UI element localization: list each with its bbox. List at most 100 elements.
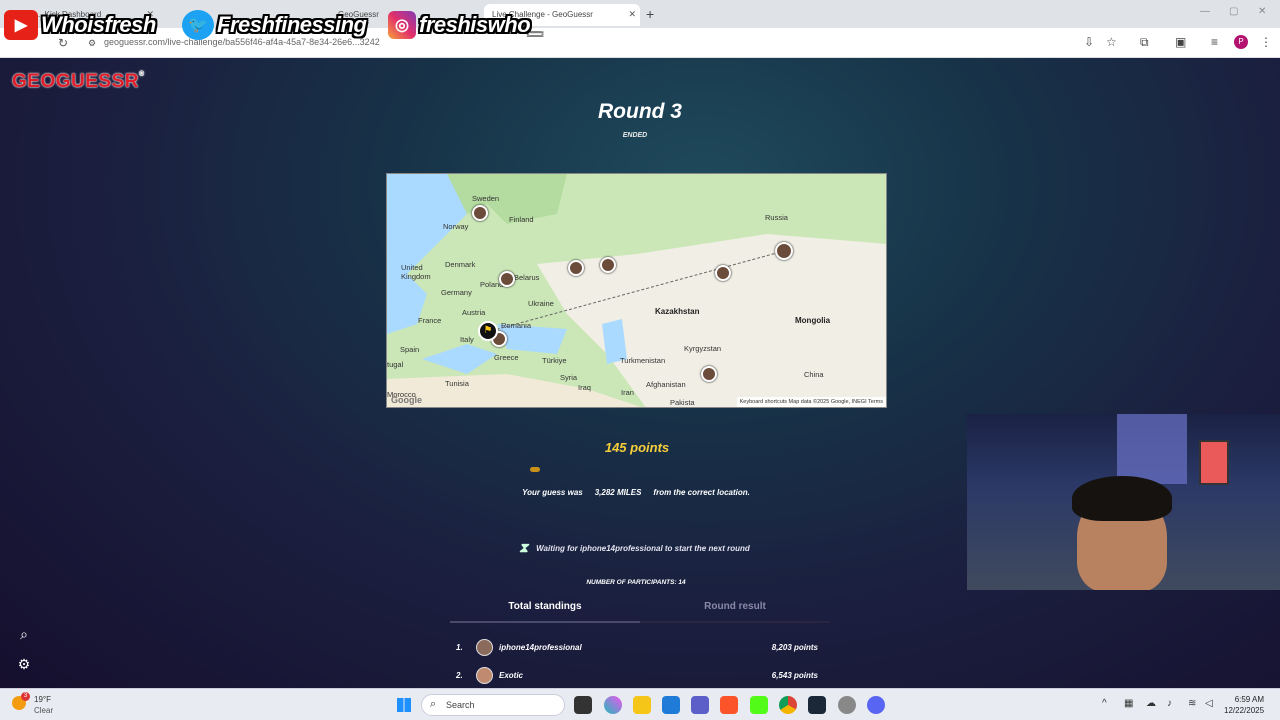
map-label: Russia	[765, 213, 788, 222]
volume-icon[interactable]: ◁	[1205, 698, 1213, 709]
player-guess-pin[interactable]	[499, 271, 515, 287]
gear-icon[interactable]: ⚙	[15, 655, 33, 673]
standing-player-name: Exotic	[499, 671, 524, 680]
standing-rank: 1.	[456, 643, 463, 652]
tray-app-icon[interactable]: ▦	[1124, 698, 1133, 709]
tab-round-result[interactable]: Round result	[640, 601, 830, 623]
player-guess-pin[interactable]	[568, 260, 584, 276]
player-guess-pin[interactable]	[775, 242, 793, 260]
kick-icon[interactable]	[750, 696, 768, 714]
map-label: Greece	[494, 353, 519, 362]
player-guess-pin[interactable]	[600, 257, 616, 273]
window-close-icon[interactable]: ✕	[1258, 6, 1266, 17]
menu-kebab-icon[interactable]: ⋮	[1260, 35, 1272, 49]
avatar	[476, 639, 493, 656]
extensions-icon[interactable]: ⧉	[1140, 35, 1149, 50]
taskbar-search[interactable]: ⌕ Search	[421, 694, 565, 716]
avatar	[476, 667, 493, 684]
map-attribution[interactable]: Keyboard shortcuts Map data ©2025 Google…	[736, 397, 886, 407]
windows-start-icon[interactable]	[397, 698, 411, 712]
logo-text: GEOGUESSR	[12, 71, 139, 92]
standing-points: 6,543 points	[771, 671, 818, 680]
clock-date: 12/22/2025	[1224, 706, 1265, 715]
profile-avatar[interactable]: P	[1234, 35, 1248, 49]
map-label: Norway	[443, 222, 469, 231]
tray-chevron-icon[interactable]: ^	[1102, 698, 1107, 709]
side-panel-icon[interactable]: ▣	[1175, 35, 1186, 49]
weather-condition: Clear	[34, 706, 54, 715]
microphone-icon[interactable]: ♪	[1167, 698, 1172, 709]
instagram-overlay: ◎ freshiswho_	[388, 8, 542, 42]
hourglass-icon: ⧗	[519, 540, 529, 555]
map-label: France	[418, 316, 442, 325]
result-map[interactable]: Sweden Finland Russia Norway United King…	[386, 173, 887, 408]
close-icon[interactable]: ✕	[628, 9, 636, 20]
round-title: Round 3	[598, 100, 682, 123]
tray-cloud-icon[interactable]: ☁	[1146, 698, 1156, 709]
clock-time: 6:59 AM	[1234, 695, 1265, 704]
media-controls-icon[interactable]: ≡	[1211, 35, 1218, 49]
store-icon[interactable]	[662, 696, 680, 714]
file-explorer-icon[interactable]	[633, 696, 651, 714]
chat-icon[interactable]: ⌕	[15, 625, 33, 643]
twitter-handle: Freshfinessing	[217, 12, 367, 37]
standing-rank: 2.	[456, 671, 463, 680]
points-progress-fill	[530, 467, 540, 472]
bookmark-star-icon[interactable]: ☆	[1106, 35, 1117, 49]
player-guess-pin[interactable]	[472, 205, 488, 221]
map-label: Pakista	[670, 398, 695, 407]
standing-player-name: iphone14professional	[499, 643, 582, 652]
streamer-hair	[1072, 476, 1172, 521]
new-tab-button[interactable]: +	[646, 6, 654, 22]
map-label: Turkmenistan	[620, 356, 666, 365]
discord-icon[interactable]	[867, 696, 885, 714]
geoguessr-logo[interactable]: GEOGUESSR®	[12, 71, 145, 93]
map-label: Iran	[621, 388, 634, 397]
player-guess-pin[interactable]	[701, 366, 717, 382]
chrome-icon[interactable]	[779, 696, 797, 714]
copilot-icon[interactable]	[604, 696, 622, 714]
distance-value: 3,282 MILES	[594, 488, 642, 497]
points-progress-bar	[530, 467, 750, 472]
logo-reg-mark: ®	[138, 71, 145, 78]
map-label: Tunisia	[445, 379, 469, 388]
install-app-icon[interactable]: ⇩	[1084, 35, 1094, 49]
instagram-handle: freshiswho_	[419, 12, 542, 37]
standings-tabs: Total standings Round result	[450, 601, 830, 625]
map-label: United Kingdom	[401, 263, 431, 281]
maximize-icon[interactable]: ▢	[1229, 6, 1238, 17]
correct-location-flag-icon[interactable]: ⚑	[478, 321, 498, 341]
teams-icon[interactable]	[691, 696, 709, 714]
standing-points: 8,203 points	[771, 643, 818, 652]
system-clock[interactable]: 6:59 AM 12/22/2025	[1224, 694, 1264, 716]
settings-icon[interactable]	[838, 696, 856, 714]
minimize-icon[interactable]: —	[1200, 6, 1210, 17]
map-label: Italy	[460, 335, 474, 344]
standings-row[interactable]: 2. Exotic 6,543 points	[456, 666, 826, 686]
webcam-light	[1117, 414, 1187, 484]
map-label: Romania	[501, 321, 532, 330]
map-label: Sweden	[472, 194, 500, 203]
map-label: Germany	[441, 288, 472, 297]
task-view-icon[interactable]	[574, 696, 592, 714]
player-guess-pin[interactable]	[715, 265, 731, 281]
tab-total-standings[interactable]: Total standings	[450, 601, 640, 623]
youtube-handle: Whoisfresh	[41, 12, 156, 37]
waiting-text: Waiting for iphone14professional to star…	[536, 543, 750, 553]
standings-row[interactable]: 1. iphone14professional 8,203 points	[456, 638, 826, 658]
weather-temp: 19°F	[34, 695, 51, 704]
wifi-icon[interactable]: ≋	[1188, 698, 1196, 709]
map-label: Belarus	[514, 273, 540, 282]
map-label: Kazakhstan	[655, 307, 700, 316]
map-label: tugal	[387, 360, 404, 369]
search-placeholder: Search	[446, 700, 475, 710]
map-label: Finland	[509, 215, 534, 224]
waiting-message: ⧗ Waiting for iphone14professional to st…	[519, 540, 750, 556]
map-label: Austria	[462, 308, 486, 317]
distance-suffix: from the correct location.	[653, 488, 750, 497]
weather-badge: 3	[21, 692, 30, 701]
search-icon: ⌕	[430, 698, 437, 710]
steam-icon[interactable]	[808, 696, 826, 714]
brave-icon[interactable]	[720, 696, 738, 714]
webcam-overlay	[967, 414, 1280, 590]
